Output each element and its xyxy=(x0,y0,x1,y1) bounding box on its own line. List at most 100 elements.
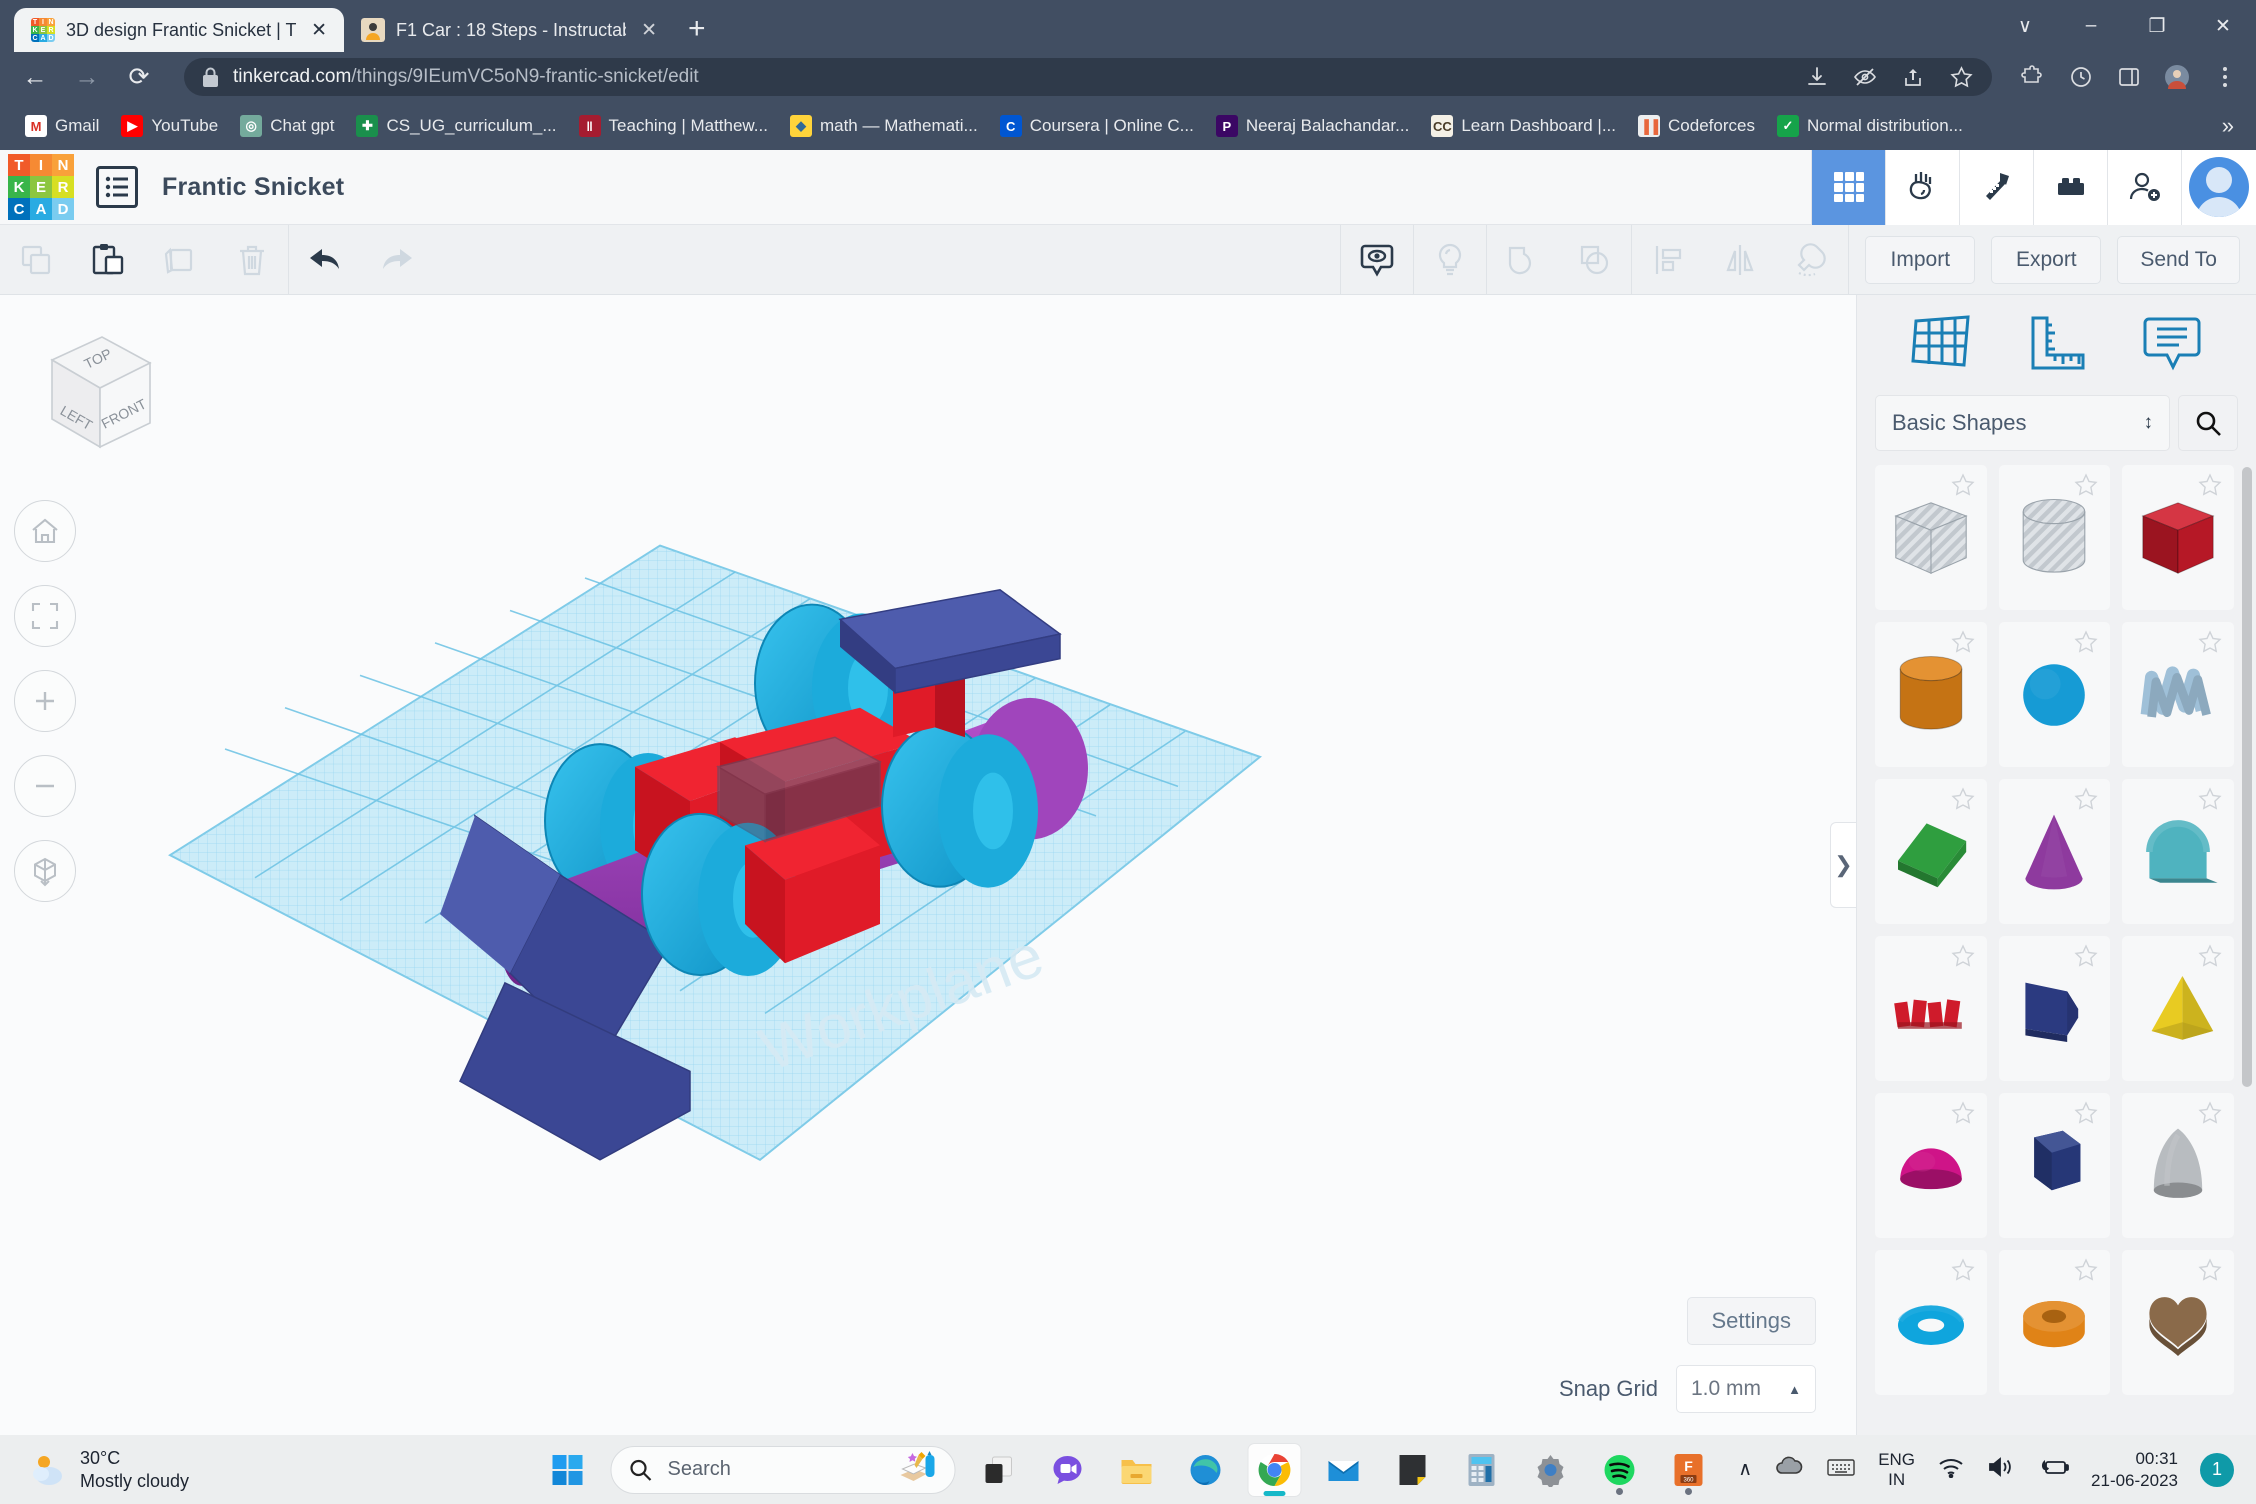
minecraft-pickaxe-icon[interactable] xyxy=(1959,150,2033,225)
shape-torus[interactable] xyxy=(1875,1250,1987,1395)
shape-paraboloid[interactable] xyxy=(2122,1093,2234,1238)
invite-person-icon[interactable] xyxy=(2107,150,2181,225)
favorite-star-icon[interactable] xyxy=(2198,787,2222,811)
bookmark-item[interactable]: PNeeraj Balachandar... xyxy=(1207,110,1419,142)
favorite-star-icon[interactable] xyxy=(1951,1101,1975,1125)
windows-start-icon[interactable] xyxy=(542,1444,594,1496)
ruler-icon[interactable] xyxy=(2023,313,2089,378)
favorite-star-icon[interactable] xyxy=(2074,630,2098,654)
shape-pyramid[interactable] xyxy=(2122,936,2234,1081)
shape-cylinder[interactable] xyxy=(1875,622,1987,767)
bookmark-item[interactable]: ✓Normal distribution... xyxy=(1768,110,1972,142)
forward-button[interactable]: → xyxy=(70,60,104,94)
favorite-star-icon[interactable] xyxy=(1951,473,1975,497)
shape-cylinder-hole[interactable] xyxy=(1999,465,2111,610)
search-shapes-button[interactable] xyxy=(2178,395,2238,451)
paste-icon[interactable] xyxy=(72,225,144,295)
taskbar-search[interactable]: Search xyxy=(611,1446,956,1494)
project-list-icon[interactable] xyxy=(96,166,138,208)
duplicate-icon[interactable] xyxy=(144,225,216,295)
bookmark-item[interactable]: ▶YouTube xyxy=(112,110,227,142)
shape-tube[interactable] xyxy=(1999,1250,2111,1395)
tab-close-icon[interactable]: ✕ xyxy=(637,21,661,40)
url-omnibox[interactable]: tinkercad.com/things/9IEumVC5oN9-frantic… xyxy=(184,58,1992,96)
shape-half-cylinder[interactable] xyxy=(2122,779,2234,924)
settings-button[interactable]: Settings xyxy=(1687,1297,1817,1345)
tinker-hand-icon[interactable] xyxy=(1885,150,1959,225)
sync-icon[interactable] xyxy=(2068,64,2094,90)
back-button[interactable]: ← xyxy=(18,60,52,94)
favorite-star-icon[interactable] xyxy=(2074,473,2098,497)
magnet-icon[interactable] xyxy=(1776,225,1848,295)
3d-canvas[interactable]: Workplane xyxy=(0,295,1856,1435)
browser-tab-instructables[interactable]: F1 Car : 18 Steps - Instructables ✕ xyxy=(344,8,674,52)
delete-icon[interactable] xyxy=(216,225,288,295)
favorite-star-icon[interactable] xyxy=(2074,1101,2098,1125)
settings-gear-icon[interactable] xyxy=(1525,1444,1577,1496)
shape-hexagonal-prism[interactable] xyxy=(1999,1093,2111,1238)
bookmark-item[interactable]: ✚CS_UG_curriculum_... xyxy=(347,110,565,142)
notification-badge[interactable]: 1 xyxy=(2200,1453,2234,1487)
spotify-icon[interactable] xyxy=(1594,1444,1646,1496)
import-button[interactable]: Import xyxy=(1865,236,1975,284)
favorite-star-icon[interactable] xyxy=(2074,944,2098,968)
copy-icon[interactable] xyxy=(0,225,72,295)
bookmark-item[interactable]: MGmail xyxy=(16,110,108,142)
microsoft-edge-icon[interactable] xyxy=(1180,1444,1232,1496)
bookmark-item[interactable]: ◎Chat gpt xyxy=(231,110,343,142)
tab-close-icon[interactable]: ✕ xyxy=(307,21,331,40)
favorite-star-icon[interactable] xyxy=(1951,1258,1975,1282)
file-explorer-icon[interactable] xyxy=(1111,1444,1163,1496)
group-icon[interactable] xyxy=(1487,225,1559,295)
mirror-icon[interactable] xyxy=(1704,225,1776,295)
sidepanel-icon[interactable] xyxy=(2116,64,2142,90)
wifi-icon[interactable] xyxy=(1937,1456,1965,1483)
shape-text[interactable] xyxy=(1875,936,1987,1081)
ungroup-icon[interactable] xyxy=(1559,225,1631,295)
window-close-icon[interactable]: ✕ xyxy=(2190,15,2256,38)
shape-half-sphere[interactable] xyxy=(1875,1093,1987,1238)
battery-saver-icon[interactable] xyxy=(2037,1456,2069,1483)
notes-icon[interactable] xyxy=(2139,313,2205,378)
favorite-star-icon[interactable] xyxy=(1951,944,1975,968)
fit-view-icon[interactable] xyxy=(14,585,76,647)
panel-collapse-toggle[interactable]: ❯ xyxy=(1830,822,1856,908)
new-tab-button[interactable]: + xyxy=(688,14,706,44)
light-bulb-icon[interactable] xyxy=(1414,225,1486,295)
task-view-icon[interactable] xyxy=(973,1444,1025,1496)
shape-roof[interactable] xyxy=(1875,779,1987,924)
chat-teams-icon[interactable] xyxy=(1042,1444,1094,1496)
favorite-star-icon[interactable] xyxy=(2198,630,2222,654)
shapes-scrollbar[interactable] xyxy=(2242,467,2252,1087)
view-cube[interactable]: TOP LEFT FRONT xyxy=(22,315,172,475)
lego-brick-icon[interactable] xyxy=(2033,150,2107,225)
snap-grid-select[interactable]: 1.0 mm ▲ xyxy=(1676,1365,1816,1413)
zoom-in-icon[interactable] xyxy=(14,670,76,732)
export-button[interactable]: Export xyxy=(1991,236,2101,284)
window-maximize-icon[interactable]: ❐ xyxy=(2124,15,2190,38)
fusion360-icon[interactable]: F 360 xyxy=(1663,1444,1715,1496)
favorite-star-icon[interactable] xyxy=(2198,1258,2222,1282)
window-chevron-icon[interactable]: ∨ xyxy=(1992,15,2058,38)
download-icon[interactable] xyxy=(1804,64,1830,90)
shape-box-hole[interactable] xyxy=(1875,465,1987,610)
mail-icon[interactable] xyxy=(1318,1444,1370,1496)
browser-menu-icon[interactable] xyxy=(2212,64,2238,90)
eye-slash-icon[interactable] xyxy=(1852,64,1878,90)
weather-widget[interactable]: 30°C Mostly cloudy xyxy=(0,1447,189,1492)
volume-icon[interactable] xyxy=(1987,1456,2015,1483)
favorite-star-icon[interactable] xyxy=(2198,944,2222,968)
reload-button[interactable]: ⟳ xyxy=(122,60,156,94)
share-icon[interactable] xyxy=(1900,64,1926,90)
shape-scribble[interactable] xyxy=(2122,622,2234,767)
wheel-rear-right[interactable] xyxy=(882,725,1038,887)
zoom-out-icon[interactable] xyxy=(14,755,76,817)
bookmarks-overflow-icon[interactable]: » xyxy=(2222,113,2240,139)
shape-cone[interactable] xyxy=(1999,779,2111,924)
favorite-star-icon[interactable] xyxy=(2198,1101,2222,1125)
onedrive-icon[interactable] xyxy=(1774,1456,1804,1483)
shape-wedge[interactable] xyxy=(1999,936,2111,1081)
window-minimize-icon[interactable]: – xyxy=(2058,15,2124,37)
send-to-button[interactable]: Send To xyxy=(2117,236,2240,284)
bookmark-item[interactable]: CCoursera | Online C... xyxy=(991,110,1203,142)
